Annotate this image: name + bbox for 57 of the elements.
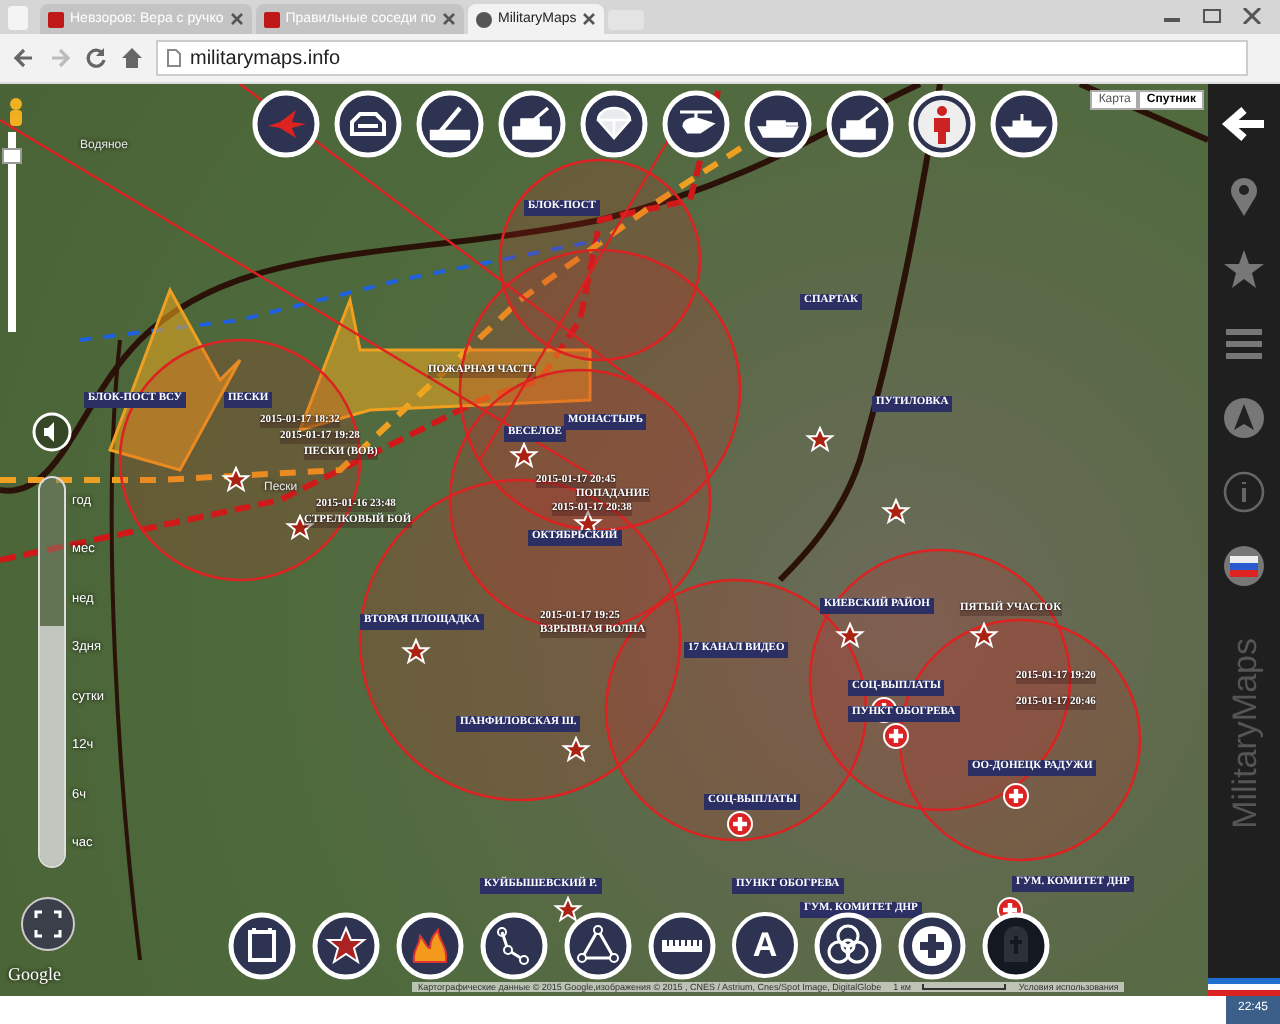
close-icon[interactable] — [442, 12, 456, 26]
star-marker[interactable] — [969, 621, 999, 649]
star-marker[interactable] — [805, 425, 835, 453]
home-icon[interactable] — [120, 46, 144, 70]
jet-icon[interactable] — [252, 90, 320, 158]
address-bar[interactable]: militarymaps.info — [156, 40, 1248, 76]
restore-icon[interactable] — [1200, 8, 1224, 24]
zoom-handle[interactable] — [2, 148, 22, 165]
apc-icon[interactable] — [334, 90, 402, 158]
close-icon[interactable] — [1240, 8, 1264, 24]
site-icon — [263, 11, 280, 27]
globe-icon — [476, 11, 492, 27]
fullscreen-icon[interactable] — [20, 896, 76, 952]
satellite-map[interactable] — [0, 84, 1208, 996]
calendar-icon[interactable] — [228, 912, 296, 980]
reload-icon[interactable] — [84, 46, 108, 70]
star-marker[interactable] — [401, 637, 431, 665]
ruler-icon[interactable] — [648, 912, 716, 980]
grave-icon[interactable] — [982, 912, 1050, 980]
page-icon — [166, 48, 182, 68]
star-marker[interactable] — [553, 895, 583, 923]
helicopter-icon[interactable] — [662, 90, 730, 158]
path-icon[interactable] — [480, 912, 548, 980]
text-tool-button[interactable]: A — [732, 912, 798, 978]
artillery-icon[interactable] — [826, 90, 894, 158]
star-marker[interactable] — [561, 735, 591, 763]
star-marker[interactable] — [509, 441, 539, 469]
tank-icon[interactable] — [744, 90, 812, 158]
google-logo: Google — [8, 964, 61, 984]
parachute-icon[interactable] — [580, 90, 648, 158]
flag-icon[interactable] — [1222, 544, 1266, 588]
scale-bar — [922, 984, 1007, 990]
launcher-icon[interactable] — [416, 90, 484, 158]
back-arrow-icon[interactable] — [1220, 104, 1268, 144]
navigate-icon[interactable] — [1222, 396, 1266, 440]
star-marker[interactable] — [835, 621, 865, 649]
back-icon[interactable] — [12, 46, 36, 70]
star-marker[interactable] — [881, 497, 911, 525]
zoom-slider[interactable] — [8, 132, 16, 332]
site-icon — [48, 11, 64, 27]
star-icon[interactable] — [1222, 248, 1266, 292]
spg-icon[interactable] — [498, 90, 566, 158]
ship-icon[interactable] — [990, 90, 1058, 158]
plus-icon[interactable] — [898, 912, 966, 980]
soldier-icon[interactable] — [908, 90, 976, 158]
star-marker[interactable] — [221, 465, 251, 493]
medical-marker[interactable] — [1003, 783, 1029, 809]
time-slider[interactable] — [38, 476, 66, 868]
biohazard-icon[interactable] — [814, 912, 882, 980]
fire-icon[interactable] — [396, 912, 464, 980]
close-icon[interactable] — [582, 12, 597, 26]
person-icon[interactable] — [6, 96, 26, 128]
speaker-icon[interactable] — [32, 412, 72, 452]
info-icon[interactable] — [1222, 470, 1266, 514]
medical-marker[interactable] — [883, 723, 909, 749]
close-icon[interactable] — [229, 12, 244, 26]
medical-marker[interactable] — [727, 811, 753, 837]
